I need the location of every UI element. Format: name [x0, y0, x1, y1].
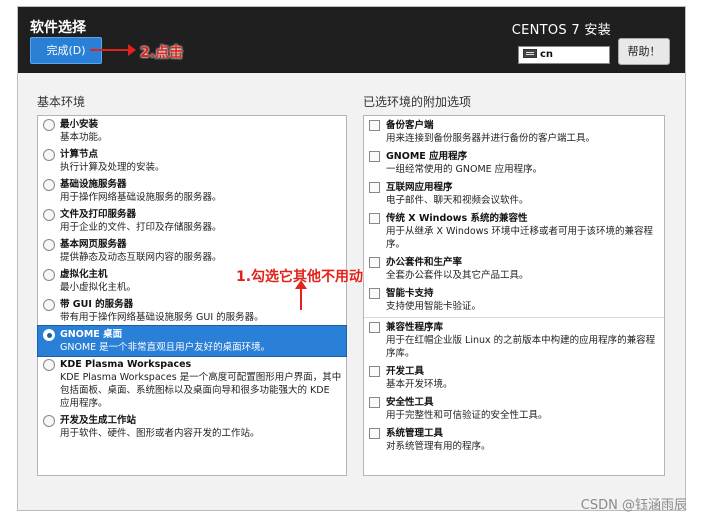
radio-button-checked[interactable]: [43, 329, 55, 341]
env-desc: 提供静态及动态互联网内容的服务器。: [60, 252, 222, 263]
checkbox[interactable]: [369, 151, 380, 162]
addon-option[interactable]: 传统 X Windows 系统的兼容性用于从继承 X Windows 环境中迁移…: [364, 209, 664, 253]
addon-name: GNOME 应用程序: [386, 151, 468, 162]
addon-name: 备份客户端: [386, 120, 434, 131]
env-option[interactable]: 计算节点执行计算及处理的安装。: [38, 146, 346, 176]
addon-name: 传统 X Windows 系统的兼容性: [386, 213, 528, 224]
env-desc: 执行计算及处理的安装。: [60, 162, 165, 173]
base-env-heading: 基本环境: [37, 95, 86, 109]
env-desc: KDE Plasma Workspaces 是一个高度可配置图形用户界面，其中包…: [60, 372, 342, 409]
product-title: CENTOS 7 安装: [511, 23, 611, 38]
env-name: 最小安装: [60, 119, 99, 130]
checkbox[interactable]: [369, 213, 380, 224]
checkbox[interactable]: [369, 397, 380, 408]
addon-option[interactable]: 互联网应用程序电子邮件、聊天和视频会议软件。: [364, 178, 664, 209]
checkbox[interactable]: [369, 257, 380, 268]
keyboard-layout-indicator[interactable]: cn: [518, 46, 610, 64]
env-name: 计算节点: [60, 149, 99, 160]
addon-option[interactable]: 智能卡支持支持使用智能卡验证。: [364, 284, 664, 315]
radio-button[interactable]: [43, 299, 55, 311]
addon-name: 开发工具: [386, 366, 425, 377]
addon-name: 办公套件和生产率: [386, 257, 463, 268]
addon-desc: 全套办公套件以及其它产品工具。: [386, 270, 529, 281]
addon-option[interactable]: 办公套件和生产率全套办公套件以及其它产品工具。: [364, 253, 664, 284]
env-name: 基础设施服务器: [60, 179, 127, 190]
annotation-step2: 2.点击: [140, 45, 184, 61]
env-name: KDE Plasma Workspaces: [60, 359, 192, 370]
env-desc: 带有用于操作网络基础设施服务 GUI 的服务器。: [60, 312, 264, 323]
addon-name: 安全性工具: [386, 397, 434, 408]
env-name: 开发及生成工作站: [60, 415, 137, 426]
watermark: CSDN @钰涵雨辰: [580, 498, 687, 513]
addon-desc: 用来连接到备份服务器并进行备份的客户端工具。: [386, 133, 596, 144]
env-name: 文件及打印服务器: [60, 209, 137, 220]
addon-name: 智能卡支持: [386, 288, 434, 299]
addon-name: 系统管理工具: [386, 428, 444, 439]
radio-button[interactable]: [43, 239, 55, 251]
addon-desc: 一组经常使用的 GNOME 应用程序。: [386, 164, 543, 175]
page-title: 软件选择: [30, 20, 86, 36]
addon-option[interactable]: 兼容性程序库用于在红帽企业版 Linux 的之前版本中构建的应用程序的兼容程序库…: [364, 317, 664, 362]
addon-desc: 用于完整性和可信验证的安全性工具。: [386, 410, 548, 421]
env-option-selected[interactable]: GNOME 桌面 GNOME 是一个非常直观且用户友好的桌面环境。: [37, 325, 347, 357]
addon-desc: 对系统管理有用的程序。: [386, 441, 491, 452]
radio-button[interactable]: [43, 149, 55, 161]
checkbox[interactable]: [369, 182, 380, 193]
env-desc: 用于企业的文件、打印及存储服务器。: [60, 222, 222, 233]
keyboard-layout-label: cn: [540, 49, 554, 60]
env-option[interactable]: 基本网页服务器提供静态及动态互联网内容的服务器。: [38, 236, 346, 266]
checkbox[interactable]: [369, 120, 380, 131]
help-button[interactable]: 帮助！: [618, 38, 670, 65]
addon-desc: 电子邮件、聊天和视频会议软件。: [386, 195, 529, 206]
addon-desc: 用于从继承 X Windows 环境中迁移或者可用于该环境的兼容程序。: [386, 226, 653, 250]
addons-list: 备份客户端用来连接到备份服务器并进行备份的客户端工具。 GNOME 应用程序一组…: [363, 115, 665, 476]
radio-button[interactable]: [43, 415, 55, 427]
checkbox[interactable]: [369, 428, 380, 439]
env-desc: 用于软件、硬件、图形或者内容开发的工作站。: [60, 428, 260, 439]
env-name: GNOME 桌面: [60, 329, 123, 340]
env-desc: GNOME 是一个非常直观且用户友好的桌面环境。: [60, 342, 271, 353]
addon-desc: 支持使用智能卡验证。: [386, 301, 482, 312]
keyboard-icon: [523, 49, 537, 58]
env-name: 基本网页服务器: [60, 239, 127, 250]
checkbox[interactable]: [369, 288, 380, 299]
env-option[interactable]: KDE Plasma Workspaces KDE Plasma Workspac…: [38, 356, 346, 412]
addon-desc: 用于在红帽企业版 Linux 的之前版本中构建的应用程序的兼容程序库。: [386, 335, 656, 359]
radio-button[interactable]: [43, 179, 55, 191]
addon-option[interactable]: 安全性工具用于完整性和可信验证的安全性工具。: [364, 393, 664, 424]
checkbox[interactable]: [369, 322, 380, 333]
radio-button[interactable]: [43, 359, 55, 371]
installer-window: 软件选择 完成(D) CENTOS 7 安装 cn 帮助！ 基本环境 已选环境的…: [17, 6, 686, 511]
checkbox[interactable]: [369, 366, 380, 377]
addon-desc: 基本开发环境。: [386, 379, 453, 390]
annotation-arrow-up-icon: [295, 280, 307, 310]
annotation-arrow-right-icon: [90, 44, 136, 56]
radio-button[interactable]: [43, 269, 55, 281]
radio-button[interactable]: [43, 119, 55, 131]
addon-option[interactable]: GNOME 应用程序一组经常使用的 GNOME 应用程序。: [364, 147, 664, 178]
addon-name: 互联网应用程序: [386, 182, 453, 193]
addon-option[interactable]: 系统管理工具对系统管理有用的程序。: [364, 424, 664, 455]
env-desc: 基本功能。: [60, 132, 108, 143]
addon-option[interactable]: 开发工具基本开发环境。: [364, 362, 664, 393]
env-option[interactable]: 文件及打印服务器用于企业的文件、打印及存储服务器。: [38, 206, 346, 236]
addon-option[interactable]: 备份客户端用来连接到备份服务器并进行备份的客户端工具。: [364, 116, 664, 147]
addon-name: 兼容性程序库: [386, 322, 444, 333]
env-desc: 用于操作网络基础设施服务的服务器。: [60, 192, 222, 203]
env-option[interactable]: 开发及生成工作站用于软件、硬件、图形或者内容开发的工作站。: [38, 412, 346, 442]
header-bar: 软件选择 完成(D) CENTOS 7 安装 cn 帮助！: [18, 7, 685, 73]
env-option[interactable]: 基础设施服务器用于操作网络基础设施服务的服务器。: [38, 176, 346, 206]
addons-heading: 已选环境的附加选项: [363, 95, 472, 109]
env-option[interactable]: 最小安装 基本功能。: [38, 116, 346, 146]
radio-button[interactable]: [43, 209, 55, 221]
